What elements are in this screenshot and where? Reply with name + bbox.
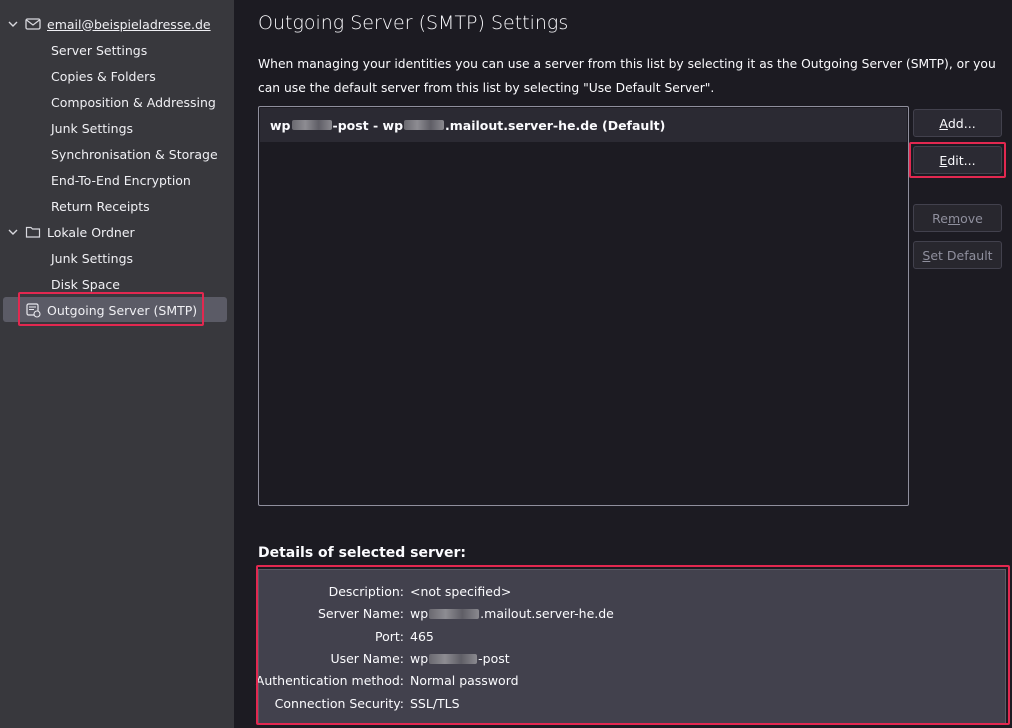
server-list[interactable]: wp -post - wp .mailout.server-he.de (Def… [258, 106, 909, 506]
sidebar-item-local-junk-settings[interactable]: Junk Settings [0, 246, 234, 270]
detail-row-connection-security: Connection Security: SSL/TLS [259, 692, 1007, 714]
detail-value: 465 [410, 628, 434, 644]
sidebar-item-return-receipts[interactable]: Return Receipts [0, 194, 234, 218]
sidebar-item-junk-settings[interactable]: Junk Settings [0, 116, 234, 140]
sidebar-item-server-settings[interactable]: Server Settings [0, 38, 234, 62]
sidebar-item-label: End-To-End Encryption [51, 172, 191, 188]
sidebar-item-label: Disk Space [51, 276, 120, 292]
add-button[interactable]: Add... [913, 109, 1002, 137]
redacted-text [429, 654, 478, 664]
folder-icon [25, 224, 41, 240]
button-label: et Default [930, 247, 993, 263]
sidebar-item-label: Copies & Folders [51, 68, 156, 84]
detail-label: Description: [328, 583, 404, 599]
sidebar-item-label: Synchronisation & Storage [51, 146, 218, 162]
detail-row-auth-method: Authentication method: Normal password [255, 669, 1007, 691]
detail-value-part: .mailout.server-he.de [480, 605, 614, 621]
sidebar-item-outgoing-server[interactable]: Outgoing Server (SMTP) [0, 298, 234, 322]
detail-value: <not specified> [410, 583, 512, 599]
sidebar-item-label: Return Receipts [51, 198, 150, 214]
sidebar-item-end-to-end-encryption[interactable]: End-To-End Encryption [0, 168, 234, 192]
detail-value: wp -post [410, 651, 510, 666]
button-label: Re [932, 210, 948, 226]
local-folders-label: Lokale Ordner [47, 224, 135, 240]
detail-label: Connection Security: [274, 695, 404, 711]
detail-value-part: wp [410, 605, 429, 621]
detail-value: SSL/TLS [410, 695, 460, 711]
account-label[interactable]: email@beispieladresse.de [47, 17, 211, 32]
button-label: S [922, 247, 931, 263]
account-row[interactable]: email@beispieladresse.de [0, 12, 234, 36]
details-heading: Details of selected server: [258, 545, 467, 561]
sidebar-item-label: Outgoing Server (SMTP) [47, 302, 198, 318]
account-tree-sidebar: email@beispieladresse.de Server Settings… [0, 0, 234, 728]
button-label: A [939, 115, 948, 131]
mail-account-icon [25, 16, 41, 32]
redacted-text [404, 120, 445, 130]
redacted-text [429, 609, 480, 619]
server-item-part: wp [270, 117, 291, 133]
server-details-panel: Description: <not specified> Server Name… [255, 569, 1007, 725]
sidebar-item-label: Server Settings [51, 42, 148, 58]
detail-label: User Name: [330, 650, 404, 666]
button-label: dd... [947, 115, 976, 131]
button-label: dit... [947, 152, 976, 168]
set-default-button[interactable]: Set Default [913, 241, 1002, 269]
detail-value: Normal password [410, 672, 519, 688]
redacted-text [291, 120, 332, 130]
sidebar-item-composition-addressing[interactable]: Composition & Addressing [0, 90, 234, 114]
sidebar-item-label: Junk Settings [51, 120, 134, 136]
detail-row-server-name: Server Name: wp .mailout.server-he.de [259, 602, 1007, 624]
detail-row-port: Port: 465 [259, 625, 1007, 647]
remove-button[interactable]: Re m ove [913, 204, 1002, 232]
local-folders-row[interactable]: Lokale Ordner [0, 220, 234, 244]
outgoing-server-icon [25, 302, 41, 318]
page-title: Outgoing Server (SMTP) Settings [258, 12, 569, 34]
intro-text: When managing your identities you can us… [258, 57, 996, 95]
detail-value-part: -post [478, 650, 510, 666]
sidebar-item-label: Composition & Addressing [51, 94, 216, 110]
sidebar-item-disk-space[interactable]: Disk Space [0, 272, 234, 296]
detail-label: Authentication method: [255, 672, 404, 688]
detail-row-description: Description: <not specified> [259, 580, 1007, 602]
button-label: m [947, 210, 961, 226]
server-list-item[interactable]: wp -post - wp .mailout.server-he.de (Def… [260, 108, 907, 142]
detail-value: wp .mailout.server-he.de [410, 606, 614, 621]
edit-button[interactable]: Edit... [913, 146, 1002, 174]
detail-row-user-name: User Name: wp -post [259, 647, 1007, 669]
server-item-part: -post - wp [332, 117, 404, 133]
chevron-down-icon[interactable] [6, 225, 20, 239]
chevron-down-icon[interactable] [6, 17, 20, 31]
detail-label: Port: [375, 628, 404, 644]
detail-value-part: wp [410, 650, 429, 666]
sidebar-item-label: Junk Settings [51, 250, 134, 266]
detail-label: Server Name: [317, 605, 404, 621]
server-item-part: .mailout.server-he.de (Default) [445, 117, 666, 133]
button-label: E [939, 152, 948, 168]
button-label: ove [960, 210, 983, 226]
sidebar-item-synchronisation-storage[interactable]: Synchronisation & Storage [0, 142, 234, 166]
sidebar-item-copies-folders[interactable]: Copies & Folders [0, 64, 234, 88]
